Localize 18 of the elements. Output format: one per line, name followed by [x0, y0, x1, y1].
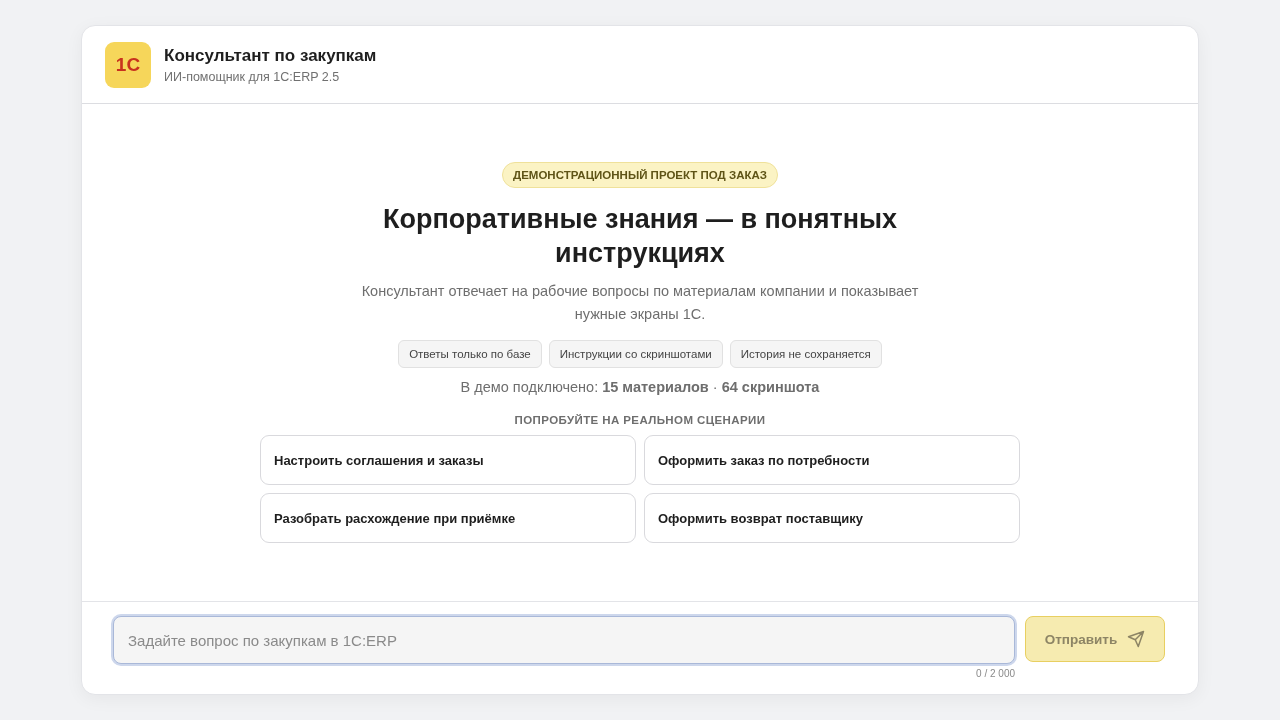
feature-chip: Ответы только по базе: [398, 340, 542, 368]
scenario-button[interactable]: Оформить заказ по потребности: [644, 435, 1020, 485]
scenario-button[interactable]: Оформить возврат поставщику: [644, 493, 1020, 543]
scenario-button[interactable]: Разобрать расхождение при приёмке: [260, 493, 636, 543]
welcome-description: Консультант отвечает на рабочие вопросы по материалам компании и показывает нужные экраны 1С.: [360, 282, 920, 324]
project-badge: ДЕМОНСТРАЦИОННЫЙ ПРОЕКТ ПОД ЗАКАЗ: [501, 162, 779, 188]
feature-chip: Инструкции со скриншотами: [548, 340, 723, 368]
app-subtitle: ИИ-помощник для 1С:ERP 2.5: [164, 69, 341, 84]
feature-chip: История не сохраняется: [729, 340, 882, 368]
welcome-heading: Корпоративные знания — в понятных инструкциях: [381, 203, 899, 270]
char-counter: 0 / 2 000: [976, 668, 1015, 679]
app-title: Консультант по закупкам: [164, 45, 377, 66]
question-field[interactable]: Задайте вопрос по закупкам в 1С:ERP: [113, 616, 1015, 664]
logo-icon: 1С: [105, 41, 151, 88]
scenarios-title: ПОПРОБУЙТЕ НА РЕАЛЬНОМ СЦЕНАРИИ: [514, 414, 766, 426]
stats-text: В демо подключено: 15 материалов · 64 скриншота: [460, 379, 820, 395]
scenario-button[interactable]: Настроить соглашения и заказы: [260, 435, 636, 485]
send-icon: [1127, 630, 1146, 648]
